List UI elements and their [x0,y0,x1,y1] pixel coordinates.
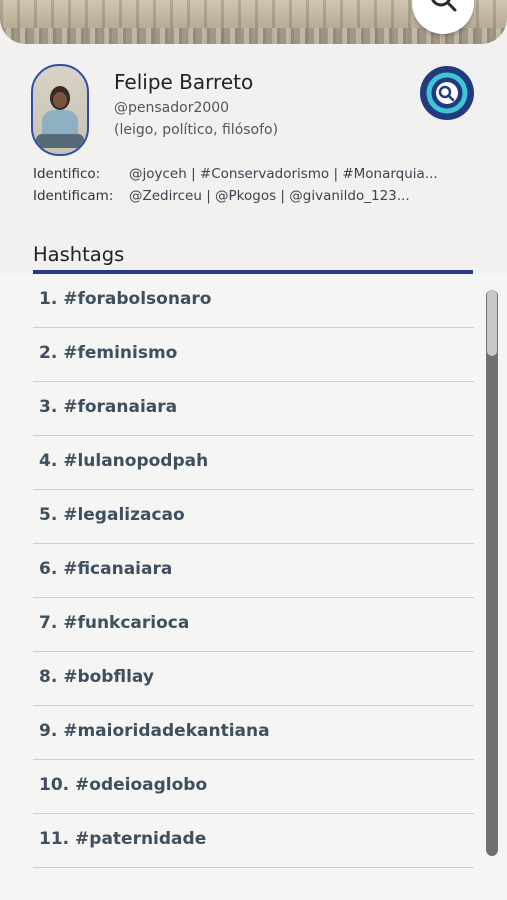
hashtag-label: 11. #paternidade [39,829,207,849]
list-item[interactable]: 1. #forabolsonaro [33,274,474,328]
list-item[interactable]: 4. #lulanopodpah [33,436,474,490]
app-logo-icon [426,72,468,114]
identificam-value[interactable]: @Zedirceu | @Pkogos | @givanildo_123... [129,188,410,204]
hashtag-label: 9. #maioridadekantiana [39,721,270,741]
list-item[interactable]: 10. #odeioaglobo [33,760,474,814]
list-item[interactable]: 6. #ficanaiara [33,544,474,598]
hashtag-label: 2. #feminismo [39,343,178,363]
app-logo-button[interactable] [420,66,474,120]
hashtag-label: 7. #funkcarioca [39,613,190,633]
search-icon [431,0,457,12]
avatar-face [53,92,67,108]
avatar-legs [36,134,84,148]
list-item[interactable]: 11. #paternidade [33,814,474,868]
list-item[interactable]: 3. #foranaiara [33,382,474,436]
section-title-hashtags: Hashtags [33,243,125,266]
scrollbar-thumb[interactable] [487,290,497,356]
hashtag-list-panel: 1. #forabolsonaro 2. #feminismo 3. #fora… [0,274,507,900]
hashtag-label: 8. #bobfllay [39,667,154,687]
identificam-label: Identificam: [33,188,114,204]
identifico-value[interactable]: @joyceh | #Conservadorismo | #Monarquia.… [129,166,438,182]
profile-name: Felipe Barreto [114,70,254,94]
hashtag-label: 4. #lulanopodpah [39,451,209,471]
identifico-label: Identifico: [33,166,101,182]
identificam-row: Identificam: @Zedirceu | @Pkogos | @givan… [33,188,410,204]
list-item[interactable]: 5. #legalizacao [33,490,474,544]
list-item[interactable]: 8. #bobfllay [33,652,474,706]
list-item[interactable]: 7. #funkcarioca [33,598,474,652]
hashtag-list: 1. #forabolsonaro 2. #feminismo 3. #fora… [33,274,474,868]
hashtag-label: 1. #forabolsonaro [39,289,212,309]
hashtag-label: 6. #ficanaiara [39,559,173,579]
hashtag-label: 5. #legalizacao [39,505,185,525]
profile-handle: @pensador2000 [114,100,230,116]
profile-description: (leigo, político, filósofo) [114,122,279,138]
list-item[interactable]: 2. #feminismo [33,328,474,382]
avatar[interactable] [31,64,89,156]
identifico-row: Identifico: @joyceh | #Conservadorismo | … [33,166,438,182]
hashtag-label: 3. #foranaiara [39,397,178,417]
scrollbar-track[interactable] [486,290,498,856]
list-item[interactable]: 9. #maioridadekantiana [33,706,474,760]
hashtag-label: 10. #odeioaglobo [39,775,208,795]
